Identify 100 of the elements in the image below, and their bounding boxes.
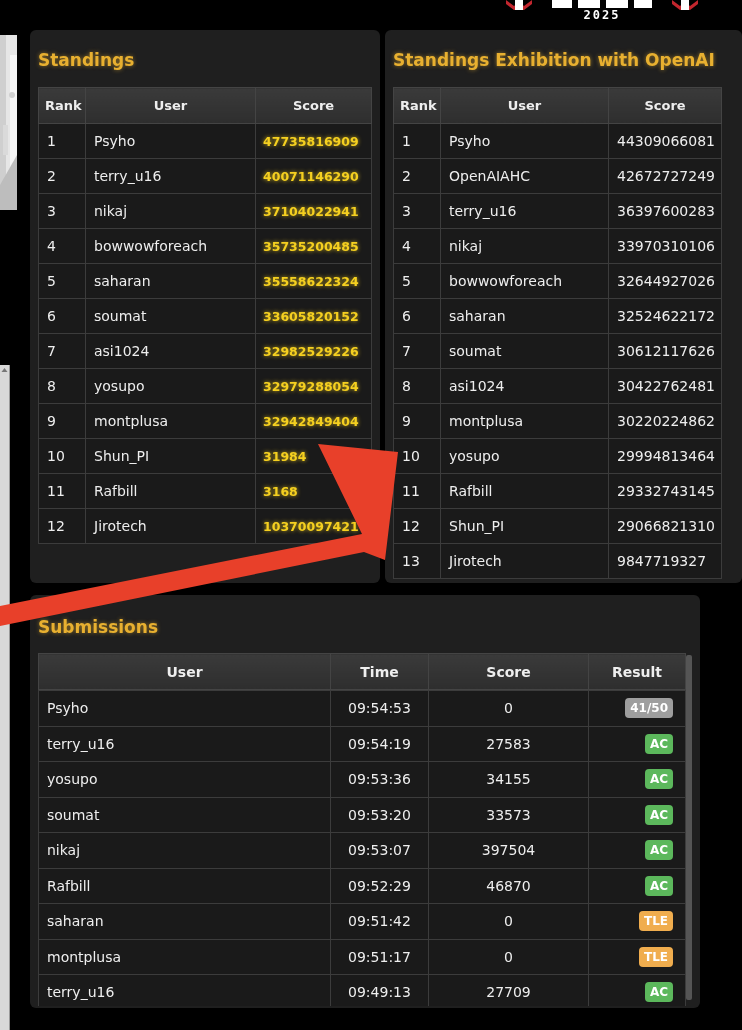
score-cell: 32979288054 xyxy=(255,368,372,404)
panel-title: Standings Exhibition with OpenAI xyxy=(393,50,715,70)
result-badge: AC xyxy=(644,733,673,754)
column-header[interactable]: Score xyxy=(255,87,372,124)
score-cell: 34155 xyxy=(428,761,589,797)
time-cell: 09:51:17 xyxy=(330,939,429,975)
user-cell: OpenAIAHC xyxy=(440,158,609,194)
rank-cell: 4 xyxy=(393,228,441,264)
time-cell: 09:54:19 xyxy=(330,726,429,762)
scrollbar[interactable] xyxy=(0,365,10,1030)
score-cell: 30612117626 xyxy=(608,333,722,369)
score-cell: 47735816909 xyxy=(255,123,372,159)
user-cell: bowwowforeach xyxy=(440,263,609,299)
panel-title: Standings xyxy=(38,50,135,70)
time-cell: 09:54:53 xyxy=(330,690,429,726)
user-cell: Shun_PI xyxy=(85,438,256,474)
user-cell: saharan xyxy=(38,903,331,939)
rank-cell: 2 xyxy=(393,158,441,194)
user-cell: terry_u16 xyxy=(85,158,256,194)
result-badge: AC xyxy=(644,804,673,825)
column-header[interactable]: Result xyxy=(588,653,686,690)
score-cell: 35558622324 xyxy=(255,263,372,299)
score-cell: 32524622172 xyxy=(608,298,722,334)
user-cell: yosupo xyxy=(38,761,331,797)
score-cell: 0 xyxy=(428,939,589,975)
rank-cell: 1 xyxy=(38,123,86,159)
column-header[interactable]: Rank xyxy=(38,87,86,124)
score-cell: 32942849404 xyxy=(255,403,372,439)
rank-cell: 5 xyxy=(393,263,441,299)
user-cell: Jirotech xyxy=(85,508,256,544)
time-cell: 09:51:42 xyxy=(330,903,429,939)
score-cell: 32982529226 xyxy=(255,333,372,369)
score-cell: 42672727249 xyxy=(608,158,722,194)
logo-year: 2025 xyxy=(583,8,621,22)
rank-cell: 13 xyxy=(393,543,441,579)
user-cell: Rafbill xyxy=(85,473,256,509)
trophy-icon xyxy=(672,0,698,12)
column-header[interactable]: Score xyxy=(428,653,589,690)
user-cell: asi1024 xyxy=(85,333,256,369)
user-cell: saharan xyxy=(440,298,609,334)
result-badge: AC xyxy=(644,875,673,896)
result-badge: AC xyxy=(644,840,673,861)
rank-cell: 1 xyxy=(393,123,441,159)
rank-cell: 9 xyxy=(393,403,441,439)
user-cell: bowwowforeach xyxy=(85,228,256,264)
rank-cell: 7 xyxy=(38,333,86,369)
score-cell: 397504 xyxy=(428,832,589,868)
column-header[interactable]: User xyxy=(440,87,609,124)
score-cell: 46870 xyxy=(428,868,589,904)
rank-cell: 12 xyxy=(38,508,86,544)
column-header[interactable]: Time xyxy=(330,653,429,690)
score-cell: 9847719327 xyxy=(608,543,722,579)
scrollbar[interactable] xyxy=(686,655,692,1000)
user-cell: Psyho xyxy=(440,123,609,159)
user-cell: Psyho xyxy=(38,690,331,726)
user-cell: montplusa xyxy=(85,403,256,439)
rank-cell: 11 xyxy=(38,473,86,509)
panel-title: Submissions xyxy=(38,617,159,637)
score-cell: 35735200485 xyxy=(255,228,372,264)
rank-cell: 6 xyxy=(38,298,86,334)
rank-cell: 6 xyxy=(393,298,441,334)
result-badge: AC xyxy=(644,982,673,1003)
user-cell: asi1024 xyxy=(440,368,609,404)
time-cell: 09:49:13 xyxy=(330,974,429,1006)
user-cell: soumat xyxy=(440,333,609,369)
rank-cell: 10 xyxy=(38,438,86,474)
score-cell: 36397600283 xyxy=(608,193,722,229)
result-badge: TLE xyxy=(638,911,673,932)
time-cell: 09:53:36 xyxy=(330,761,429,797)
user-cell: terry_u16 xyxy=(38,726,331,762)
score-cell: 37104022941 xyxy=(255,193,372,229)
column-header[interactable]: Rank xyxy=(393,87,441,124)
rank-cell: 9 xyxy=(38,403,86,439)
rank-cell: 8 xyxy=(393,368,441,404)
user-cell: saharan xyxy=(85,263,256,299)
user-cell: Rafbill xyxy=(440,473,609,509)
result-badge: AC xyxy=(644,769,673,790)
rank-cell: 2 xyxy=(38,158,86,194)
rank-cell: 12 xyxy=(393,508,441,544)
score-cell: 44309066081 xyxy=(608,123,722,159)
column-header[interactable]: User xyxy=(85,87,256,124)
user-cell: soumat xyxy=(85,298,256,334)
score-cell: 30422762481 xyxy=(608,368,722,404)
user-cell: yosupo xyxy=(85,368,256,404)
time-cell: 09:52:29 xyxy=(330,868,429,904)
scroll-up-icon[interactable] xyxy=(0,365,9,375)
user-cell: nikaj xyxy=(85,193,256,229)
column-header[interactable]: Score xyxy=(608,87,722,124)
rank-cell: 3 xyxy=(38,193,86,229)
time-cell: 09:53:07 xyxy=(330,832,429,868)
score-cell: 33573 xyxy=(428,797,589,833)
column-header[interactable]: User xyxy=(38,653,331,690)
result-badge: TLE xyxy=(638,946,673,967)
user-cell: montplusa xyxy=(38,939,331,975)
user-cell: terry_u16 xyxy=(440,193,609,229)
score-cell: 27709 xyxy=(428,974,589,1006)
user-cell: Psyho xyxy=(85,123,256,159)
score-cell: 0 xyxy=(428,903,589,939)
user-cell: Rafbill xyxy=(38,868,331,904)
user-cell: nikaj xyxy=(38,832,331,868)
